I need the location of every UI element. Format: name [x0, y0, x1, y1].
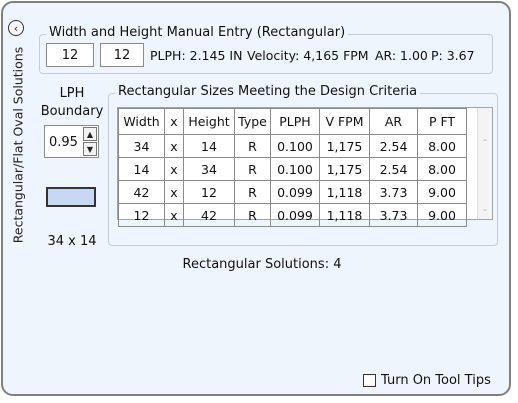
lph-label-line2: Boundary [40, 104, 104, 119]
cell-x: x [164, 157, 184, 181]
velocity-readout: Velocity: 4,165 FPM [247, 48, 369, 63]
chevron-left-icon[interactable]: ‹ [8, 20, 24, 36]
column-header-plph[interactable]: PLPH [270, 108, 320, 135]
cell-pft: 8.00 [417, 134, 467, 158]
cell-plph: 0.100 [270, 157, 320, 181]
ar-readout: AR: 1.00 [375, 48, 428, 63]
sizes-title: Rectangular Sizes Meeting the Design Cri… [115, 84, 421, 99]
lph-label-line1: LPH [59, 86, 85, 101]
cell-pft: 9.00 [417, 180, 467, 204]
cell-plph: 0.100 [270, 134, 320, 158]
solutions-panel: ‹ Rectangular/Flat Oval Solutions Width … [1, 1, 511, 396]
manual-entry-title: Width and Height Manual Entry (Rectangul… [46, 25, 349, 40]
table-header-row: Width x Height Type PLPH V FPM AR P FT [118, 108, 467, 135]
column-header-x[interactable]: x [164, 108, 184, 135]
lph-boundary-value[interactable]: 0.95 [49, 135, 78, 150]
column-header-ar[interactable]: AR [369, 108, 418, 135]
duct-preview-shape [46, 187, 96, 207]
cell-height: 14 [183, 134, 235, 158]
column-header-width[interactable]: Width [118, 108, 165, 135]
scroll-up-icon[interactable]: ⌃ [478, 138, 492, 147]
duct-preview-label: 34 x 14 [47, 234, 97, 249]
cell-vfpm: 1,175 [319, 157, 370, 181]
cell-x: x [164, 134, 184, 158]
cell-type: R [234, 157, 271, 181]
column-header-height[interactable]: Height [183, 108, 235, 135]
cell-x: x [164, 180, 184, 204]
lph-boundary-label: LPH Boundary [39, 85, 105, 121]
plph-readout: PLPH: 2.145 IN [150, 48, 243, 63]
cell-height: 42 [183, 203, 235, 227]
cell-vfpm: 1,118 [319, 180, 370, 204]
cell-plph: 0.099 [270, 180, 320, 204]
cell-pft: 9.00 [417, 203, 467, 227]
cell-width: 12 [118, 203, 165, 227]
table-row[interactable]: 42 x 12 R 0.099 1,118 3.73 9.00 [118, 180, 467, 204]
cell-ar: 2.54 [369, 157, 418, 181]
cell-width: 34 [118, 134, 165, 158]
tooltips-toggle[interactable]: Turn On Tool Tips [363, 373, 491, 388]
table-row[interactable]: 12 x 42 R 0.099 1,118 3.73 9.00 [118, 203, 467, 227]
cell-vfpm: 1,118 [319, 203, 370, 227]
width-input[interactable]: 12 [46, 43, 94, 67]
sizes-table: Width x Height Type PLPH V FPM AR P FT 3… [118, 108, 467, 227]
cell-type: R [234, 180, 271, 204]
spin-up-icon[interactable]: ▲ [83, 127, 97, 141]
cell-pft: 8.00 [417, 157, 467, 181]
cell-width: 14 [118, 157, 165, 181]
lph-boundary-stepper[interactable]: 0.95 ▲ ▼ [44, 125, 99, 158]
solutions-count: Rectangular Solutions: 4 [182, 257, 342, 272]
column-header-type[interactable]: Type [234, 108, 271, 135]
tooltips-label: Turn On Tool Tips [381, 373, 491, 388]
cell-height: 34 [183, 157, 235, 181]
sizes-table-container: Width x Height Type PLPH V FPM AR P FT 3… [117, 107, 493, 227]
table-row[interactable]: 34 x 14 R 0.100 1,175 2.54 8.00 [118, 134, 467, 158]
tooltips-checkbox[interactable] [363, 374, 376, 387]
cell-x: x [164, 203, 184, 227]
side-tab[interactable]: Rectangular/Flat Oval Solutions [3, 43, 33, 248]
column-header-vfpm[interactable]: V FPM [319, 108, 370, 135]
side-tab-label: Rectangular/Flat Oval Solutions [10, 46, 26, 244]
spin-down-icon[interactable]: ▼ [83, 142, 97, 156]
cell-ar: 2.54 [369, 134, 418, 158]
cell-type: R [234, 203, 271, 227]
cell-plph: 0.099 [270, 203, 320, 227]
column-header-pft[interactable]: P FT [417, 108, 467, 135]
cell-type: R [234, 134, 271, 158]
p-readout: P: 3.67 [431, 48, 475, 63]
cell-width: 42 [118, 180, 165, 204]
scroll-down-icon[interactable]: ⌄ [478, 204, 492, 213]
cell-ar: 3.73 [369, 180, 418, 204]
table-scrollbar[interactable]: ⌃ ⌄ [477, 108, 492, 219]
table-row[interactable]: 14 x 34 R 0.100 1,175 2.54 8.00 [118, 157, 467, 181]
height-input[interactable]: 12 [100, 43, 144, 67]
cell-height: 12 [183, 180, 235, 204]
cell-vfpm: 1,175 [319, 134, 370, 158]
cell-ar: 3.73 [369, 203, 418, 227]
